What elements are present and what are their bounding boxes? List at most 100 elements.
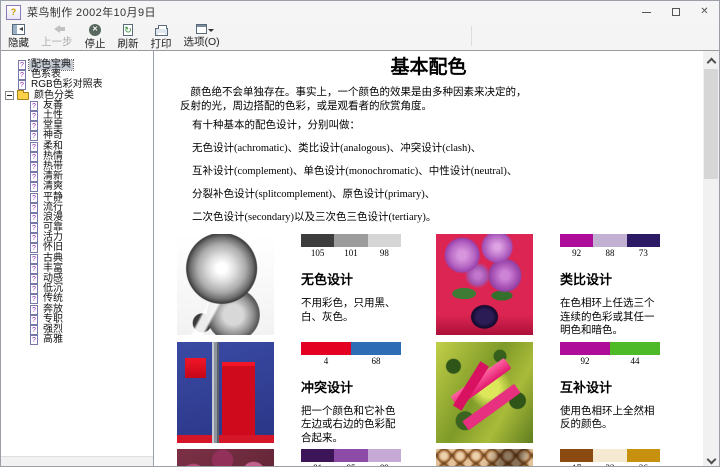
topic-content-pane: 基本配色 颜色绝不会单独存在。事实上，一个颜色的效果是由多种因素来决定的，反射的… [153,51,719,466]
swatch-bar [560,234,660,247]
help-page-icon [30,202,38,213]
sidebar-item[interactable]: 丰富 [1,263,153,274]
swatch-number: 105 [310,248,325,258]
help-page-icon [30,243,38,254]
hide-panel-icon [12,24,25,35]
scheme-name: 互补设计 [560,379,613,395]
sidebar-item[interactable]: 热情 [1,151,153,162]
toolbar-button-stop[interactable]: 停止 [80,24,111,50]
toolbar-button-hide[interactable]: 隐藏 [3,24,34,49]
back-arrow-icon [53,25,65,33]
scheme-list-line: 分裂补色设计(splitcomplement)、原色设计(primary)、 [192,189,436,200]
open-folder-icon [17,89,29,100]
swatch-number: 44 [630,355,640,366]
sidebar-item[interactable]: 平静 [1,192,153,203]
sidebar-item-label: 神奇 [43,130,63,142]
achromatic-photo [177,234,274,335]
sidebar-item[interactable]: 浪漫 [1,212,153,223]
scheme-cell: 92 88 73 类比设计 在色相环上任选三个连续的色彩或其任一明色和暗色。 [436,234,660,338]
list-intro: 有十种基本的配色设计，分别叫做： [192,120,360,131]
scheme-info: 92 44 互补设计 使用色相环上全然相反的颜色。 [560,341,660,446]
sidebar-folder[interactable]: 颜色分类 [1,89,153,101]
sidebar-item[interactable]: 友善 [1,100,153,111]
swatch-number: 92 [580,355,590,366]
complement-photo [436,341,533,443]
scroll-down-button[interactable] [703,453,719,466]
color-swatch [560,234,594,247]
monochromatic-photo [177,449,274,466]
contents-tree-pane: 配色宝典色系表RGB色彩对照表颜色分类友善土性堂皇神奇柔和热情热带清新清爽平静流… [1,51,153,466]
scheme-cell: 105 101 98 无色设计 不用彩色，只用黑、白、灰色。 [177,234,401,338]
contents-tree: 配色宝典色系表RGB色彩对照表颜色分类友善土性堂皇神奇柔和热情热带清新清爽平静流… [1,59,153,346]
help-page-icon [30,304,38,315]
color-swatch [610,341,660,355]
swatch-number: 89 [368,463,401,466]
sidebar-item[interactable]: 怀旧 [1,242,153,254]
swatch-number: 32 [593,463,626,466]
sidebar-item[interactable]: 流行 [1,202,153,213]
swatch-number: 101 [344,248,358,258]
toolbar-button-back[interactable]: 上一步 [36,24,78,49]
help-page-icon [30,274,38,285]
help-page-icon [30,233,38,244]
sidebar-item[interactable]: 热带 [1,161,153,172]
sidebar-horizontal-scrollbar[interactable] [1,456,153,466]
sidebar-item-label: 怀旧 [43,242,63,254]
color-swatch [301,234,335,247]
help-page-icon [30,121,38,132]
toolbar-button-print[interactable]: 打印 [146,24,177,50]
toolbar-button-refresh[interactable]: 刷新 [113,24,144,50]
help-page-icon [30,100,38,111]
scheme-list-line: 二次色设计(secondary)以及三次色三色设计(tertiary)。 [192,212,437,223]
main-area: 配色宝典色系表RGB色彩对照表颜色分类友善土性堂皇神奇柔和热情热带清新清爽平静流… [1,51,719,466]
maximize-button[interactable] [661,1,690,23]
sidebar-item[interactable]: 高雅 [1,335,153,346]
sidebar-item[interactable]: 活力 [1,233,153,244]
sidebar-item[interactable]: 低沉 [1,284,153,295]
sidebar-item[interactable]: 动感 [1,274,153,285]
color-swatch [301,341,351,355]
scheme-row: 818589单色设计 173226中性设计 [177,449,703,466]
scrollbar-thumb[interactable] [704,69,718,179]
sidebar-item-label: 传统 [43,293,63,305]
sidebar-item[interactable]: 古典 [1,253,153,264]
refresh-icon [123,24,133,36]
sidebar-item[interactable]: 清爽 [1,182,153,193]
sidebar-item[interactable]: 神奇 [1,130,153,142]
color-swatch [593,449,627,462]
toolbar-button-label: 选项(O) [183,36,220,48]
sidebar-item[interactable]: 清新 [1,172,153,183]
toolbar-button-label: 停止 [84,38,106,50]
sidebar-item[interactable]: 强烈 [1,324,153,335]
collapse-expander-icon[interactable] [5,91,14,101]
color-swatch [626,234,660,247]
content-scrollbar[interactable] [703,51,719,466]
sidebar-item[interactable]: 奔放 [1,304,153,315]
scheme-cell: 4 68 冲突设计 把一个颜色和它补色左边或右边的色彩配合起来。 [177,341,401,446]
minimize-button[interactable] [632,1,661,23]
sidebar-item[interactable]: 堂皇 [1,121,153,132]
toolbar-button-label: 打印 [150,38,172,50]
close-button[interactable] [690,1,719,23]
chevron-up-icon [706,57,716,67]
help-page-icon [30,182,38,193]
sidebar-item[interactable]: 配色宝典 [1,59,153,72]
sidebar-item[interactable]: 传统 [1,293,153,305]
scheme-info: 818589单色设计 [301,449,401,466]
swatch-number: 88 [605,248,615,258]
sidebar-item[interactable]: 可靠 [1,223,153,234]
sidebar-item[interactable]: 柔和 [1,141,153,152]
scheme-name: 类比设计 [560,272,613,287]
titlebar: 菜鸟制作 2002年10月9日 [1,1,719,23]
sidebar-item[interactable]: 土性 [1,111,153,122]
help-page-icon [30,192,38,203]
toolbar-button-label: 上一步 [41,36,73,48]
swatch-number: 73 [638,248,648,258]
scroll-up-button[interactable] [703,52,719,68]
sidebar-item[interactable]: 专职 [1,314,153,325]
swatch-number: 85 [334,463,367,466]
help-page-icon [30,111,38,122]
toolbar-button-label: 刷新 [117,38,139,50]
window-controls [632,1,719,23]
toolbar-button-options[interactable]: 选项(O) [179,24,225,49]
